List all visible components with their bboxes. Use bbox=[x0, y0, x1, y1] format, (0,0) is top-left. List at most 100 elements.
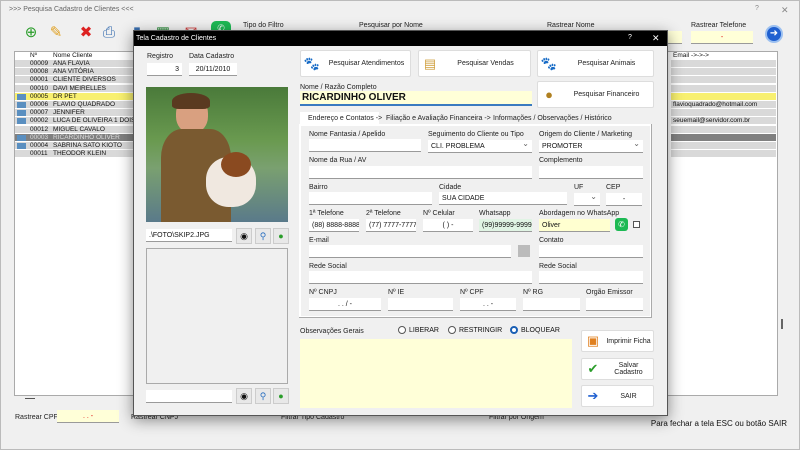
row-number: 00012 bbox=[30, 125, 49, 133]
email-label: E-mail bbox=[309, 237, 329, 244]
search-photo-icon-2[interactable]: ⚲ bbox=[255, 388, 271, 404]
table-row[interactable]: 00011 THEODOR KLEIN bbox=[15, 150, 133, 159]
search-photo-icon[interactable]: ⚲ bbox=[255, 228, 271, 244]
cidade-input[interactable]: SUA CIDADE bbox=[439, 192, 567, 205]
complemento-label: Complemento bbox=[539, 157, 583, 164]
fantasia-input[interactable] bbox=[309, 139, 421, 152]
print-form-button[interactable]: ▣ Imprimir Ficha bbox=[581, 330, 654, 352]
rg-input[interactable] bbox=[523, 298, 580, 311]
bairro-input[interactable] bbox=[309, 192, 432, 205]
tel1-input[interactable]: (88) 8888-8888 bbox=[309, 219, 359, 232]
scrollbar[interactable] bbox=[781, 319, 783, 329]
grid-scroll-marker[interactable] bbox=[25, 398, 35, 399]
go-arrow-icon[interactable]: ➜ bbox=[765, 25, 783, 43]
cpf-input[interactable]: . . - bbox=[460, 298, 516, 311]
table-row[interactable]: 00004 SABRINA SATO KIOTO bbox=[15, 142, 133, 150]
help-button[interactable]: ? bbox=[755, 5, 759, 12]
whatsapp-send-icon[interactable]: ✆ bbox=[615, 218, 628, 231]
row-email bbox=[671, 84, 776, 93]
rede2-input[interactable] bbox=[539, 271, 643, 284]
orgao-input[interactable] bbox=[586, 298, 643, 311]
whats-input[interactable]: (99)99999-9999 bbox=[479, 219, 532, 232]
table-row[interactable]: 00005 DR PET bbox=[15, 92, 133, 101]
add-icon[interactable]: ⊕ bbox=[21, 21, 41, 45]
cep-input[interactable]: - bbox=[606, 193, 642, 206]
uf-select[interactable] bbox=[574, 193, 600, 206]
cel-label: Nº Celular bbox=[423, 210, 455, 217]
table-row[interactable]: 00003 RICARDINHO OLIVER bbox=[15, 133, 133, 142]
search-name-label: Pesquisar por Nome bbox=[359, 22, 423, 29]
tab-filiacao[interactable]: Filiação e Avaliação Financeira -> bbox=[386, 115, 491, 122]
table-row[interactable]: 00009 ANA FLAVIA bbox=[15, 60, 133, 68]
save-button[interactable]: ✔ Salvar Cadastro bbox=[581, 358, 654, 380]
contato-label: Contato bbox=[539, 237, 564, 244]
table-row[interactable]: 00001 CLIENTE DIVERSOS bbox=[15, 76, 133, 85]
dialog-close-button[interactable]: ✕ bbox=[652, 33, 660, 44]
radio-bloquear[interactable]: BLOQUEAR bbox=[510, 326, 560, 334]
secondary-path-input[interactable] bbox=[146, 390, 232, 403]
complemento-input[interactable] bbox=[539, 166, 643, 179]
webcam-icon-2[interactable]: ◉ bbox=[236, 388, 252, 404]
upload-icon[interactable]: ● bbox=[273, 228, 289, 244]
table-row[interactable]: 00006 FLAVIO QUADRADO bbox=[15, 101, 133, 109]
table-row[interactable]: 00012 MIGUEL CAVALO bbox=[15, 125, 133, 134]
contato-input[interactable] bbox=[539, 245, 643, 258]
data-cadastro-field[interactable]: 20/11/2010 bbox=[189, 63, 237, 76]
cidade-label: Cidade bbox=[439, 184, 462, 191]
origem-select[interactable]: PROMOTER bbox=[539, 140, 643, 153]
rua-input[interactable] bbox=[309, 166, 532, 179]
track-phone-input[interactable]: - bbox=[691, 31, 753, 44]
exit-button[interactable]: ➔ SAIR bbox=[581, 385, 654, 407]
tab-informacoes[interactable]: Informações / Observações / Histórico bbox=[493, 115, 612, 122]
photo-path-input[interactable]: .\FOTO\SKIP2.JPG bbox=[146, 229, 232, 242]
nome-label: Nome / Razão Completo bbox=[300, 84, 377, 91]
row-number: 00001 bbox=[30, 76, 49, 84]
dialog-help-button[interactable]: ? bbox=[628, 34, 632, 41]
search-finance-button[interactable]: ● Pesquisar Financeiro bbox=[537, 81, 654, 108]
rede1-label: Rede Social bbox=[309, 263, 347, 270]
close-button[interactable]: ✕ bbox=[781, 5, 789, 16]
row-email: seuemail@servidor.com.br bbox=[671, 117, 776, 126]
track-phone-label: Rastrear Telefone bbox=[691, 22, 747, 29]
row-email bbox=[671, 125, 776, 134]
table-row[interactable]: 00008 ANA VITÓRIA bbox=[15, 68, 133, 77]
webcam-icon[interactable]: ◉ bbox=[236, 228, 252, 244]
flag-icon bbox=[17, 110, 26, 117]
cnpj-input[interactable]: . . / - bbox=[309, 298, 381, 311]
obs-textarea[interactable] bbox=[300, 339, 572, 408]
cel-input[interactable]: ( ) - bbox=[423, 219, 473, 232]
radio-restringir[interactable]: RESTRINGIR bbox=[448, 326, 502, 334]
search-animals-button[interactable]: 🐾 Pesquisar Animais bbox=[537, 50, 654, 77]
bairro-label: Bairro bbox=[309, 184, 328, 191]
seguimento-select[interactable]: CLI. PROBLEMA bbox=[428, 140, 532, 153]
table-row[interactable]: 00010 DAVI MEIRELLES bbox=[15, 84, 133, 93]
rede1-input[interactable] bbox=[309, 271, 532, 284]
upload-icon-2[interactable]: ● bbox=[273, 388, 289, 404]
rg-label: Nº RG bbox=[523, 289, 544, 296]
print-icon[interactable]: ⎙ bbox=[99, 21, 119, 45]
track-cpf-input[interactable]: . . - bbox=[57, 410, 119, 423]
whatsapp-checkbox[interactable] bbox=[633, 221, 640, 228]
radio-circle-icon bbox=[510, 326, 518, 334]
row-name: RICARDINHO OLIVER bbox=[53, 133, 120, 141]
search-sales-button[interactable]: ▤ Pesquisar Vendas bbox=[418, 50, 531, 77]
tel2-input[interactable]: (77) 7777-7777 bbox=[366, 219, 416, 232]
track-name-label: Rastrear Nome bbox=[547, 22, 595, 29]
row-email bbox=[671, 133, 776, 142]
search-appointments-button[interactable]: 🐾 Pesquisar Atendimentos bbox=[300, 50, 411, 77]
row-number: 00005 bbox=[30, 92, 49, 100]
table-row[interactable]: 00007 JENNIFER bbox=[15, 109, 133, 118]
row-name: ANA FLAVIA bbox=[53, 60, 90, 67]
delete-icon[interactable]: ✖ bbox=[76, 21, 96, 45]
rede2-label: Rede Social bbox=[539, 263, 577, 270]
radio-liberar[interactable]: LIBERAR bbox=[398, 326, 439, 334]
ie-input[interactable] bbox=[388, 298, 453, 311]
abord-label: Abordagem no WhatsApp bbox=[539, 210, 620, 217]
email-send-icon[interactable] bbox=[518, 245, 530, 257]
email-input[interactable] bbox=[309, 245, 511, 258]
table-row[interactable]: 00002 LUCA DE OLIVEIRA 1 DOIS bbox=[15, 117, 135, 126]
nome-input[interactable]: RICARDINHO OLIVER bbox=[300, 91, 532, 106]
abord-input[interactable]: Oliver bbox=[539, 219, 610, 232]
edit-icon[interactable]: ✎ bbox=[46, 21, 66, 45]
row-number: 00009 bbox=[30, 60, 49, 67]
